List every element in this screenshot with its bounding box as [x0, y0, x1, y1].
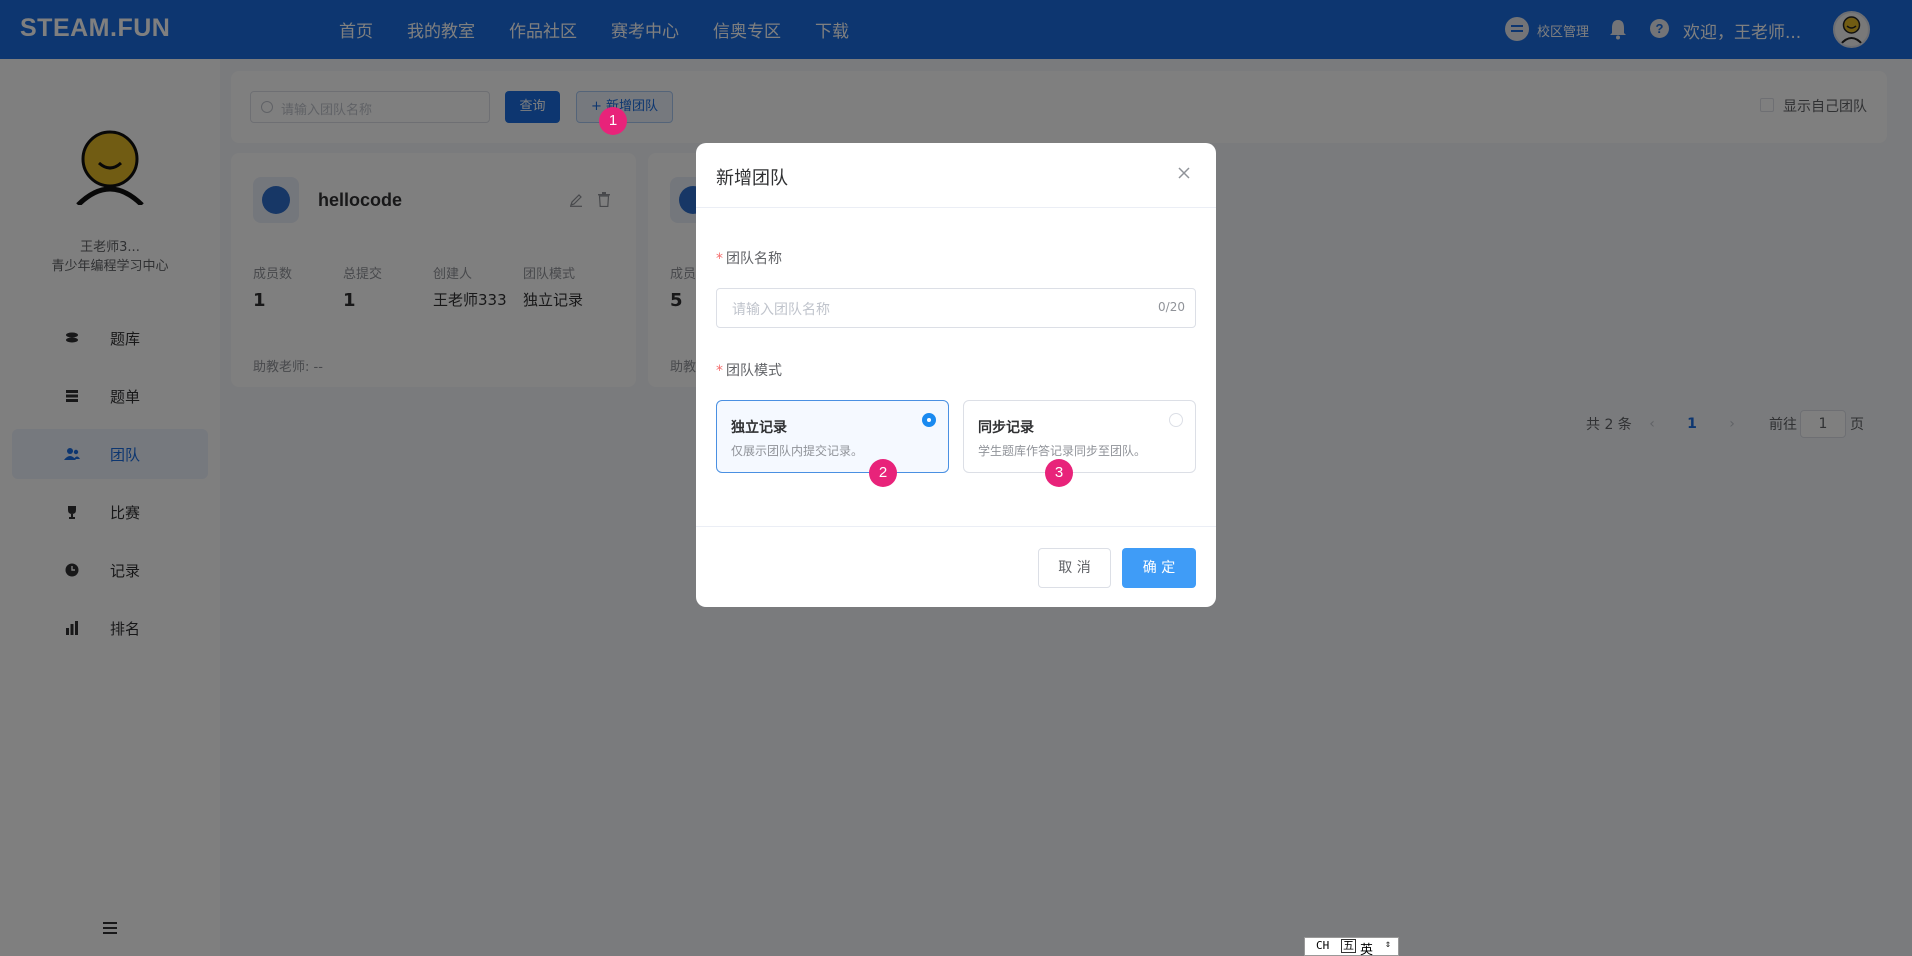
mode-radio-independent[interactable]: [922, 413, 936, 427]
ime-mode: CH: [1316, 939, 1330, 952]
confirm-button[interactable]: 确 定: [1122, 548, 1196, 588]
mode-option-title: 独立记录: [731, 420, 787, 436]
cancel-button[interactable]: 取 消: [1038, 548, 1111, 588]
add-team-dialog: 新增团队 * 团队名称 请输入团队名称 0/20 * 团队模式 独立记录 仅展示团队…: [696, 143, 1216, 607]
dialog-title: 新增团队: [716, 168, 788, 189]
dialog-divider: [696, 207, 1216, 208]
mode-option-desc: 仅展示团队内提交记录。: [731, 444, 864, 458]
close-icon[interactable]: [1176, 165, 1192, 181]
step-marker: 2: [869, 459, 897, 487]
mode-option-sync[interactable]: 同步记录 学生题库作答记录同步至团队。: [963, 400, 1196, 473]
team-name-label: * 团队名称: [716, 251, 782, 267]
ime-layout: 五: [1341, 939, 1356, 953]
ime-lang: 英: [1360, 943, 1374, 956]
ime-toggle-icon: ⇕: [1385, 939, 1392, 950]
mode-radio-sync[interactable]: [1169, 413, 1183, 427]
char-counter: 0/20: [1158, 300, 1185, 314]
mode-option-title: 同步记录: [978, 420, 1034, 436]
team-name-input[interactable]: 请输入团队名称 0/20: [716, 288, 1196, 328]
mode-option-independent[interactable]: 独立记录 仅展示团队内提交记录。: [716, 400, 949, 473]
ime-indicator[interactable]: CH 五 英 ⇕: [1304, 937, 1399, 956]
dialog-divider: [696, 526, 1216, 527]
step-marker: 1: [599, 107, 627, 135]
team-mode-label: * 团队模式: [716, 363, 782, 379]
mode-option-desc: 学生题库作答记录同步至团队。: [978, 444, 1147, 458]
step-marker: 3: [1045, 459, 1073, 487]
